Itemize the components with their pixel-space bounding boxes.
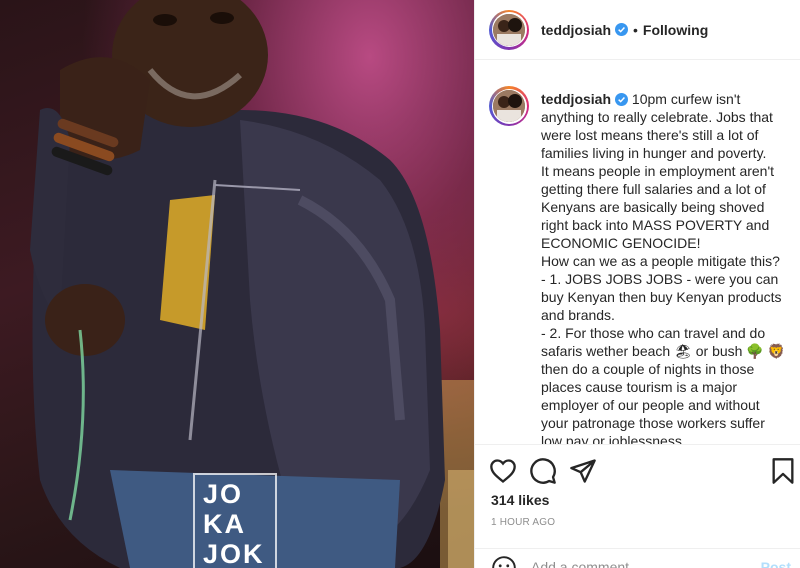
following-button[interactable]: Following [643,22,708,38]
caption-body: 10pm curfew isn't anything to really cel… [541,91,785,444]
avatar-border [491,88,527,124]
caption-line: ECONOMIC GENOCIDE! [541,235,701,251]
caption-line: safaris wether beach 🏖 or bush 🌳 🦁 [541,343,786,359]
avatar-image [493,13,525,46]
caption-text: teddjosiah 10pm curfew isn't anything to… [541,90,791,444]
comment-bar: Post [475,548,800,568]
emoji-icon[interactable] [491,555,517,568]
caption-line: buy Kenyan then buy Kenyan products [541,289,782,305]
bookmark-icon[interactable] [769,457,797,485]
caption-line: It means people in employment aren't [541,163,775,179]
post-photo[interactable]: JO KA JOK [0,0,474,568]
caption-line: 10pm curfew isn't [631,91,741,107]
avatar-picture [493,90,525,122]
comment-input[interactable] [531,559,731,568]
username-link[interactable]: teddjosiah [541,22,611,38]
separator-dot: • [633,21,638,38]
heart-icon[interactable] [489,457,517,485]
caption-avatar[interactable] [489,86,529,126]
post-comment-button[interactable]: Post [761,559,791,568]
caption-line: employer of our people and without [541,397,760,413]
caption-line: and brands. [541,307,615,323]
caption-username[interactable]: teddjosiah [541,91,611,107]
caption-line: families living in hunger and poverty. [541,145,767,161]
watermark-line: JO [203,479,244,509]
brand-watermark: JO KA JOK [193,473,277,568]
comment-icon[interactable] [529,457,557,485]
caption-line: Kenyans are basically being shoved [541,199,765,215]
caption-line: - 1. JOBS JOBS JOBS - were you can [541,271,779,287]
caption-line: - 2. For those who can travel and do [541,325,766,341]
post-details-panel: teddjosiah • Following teddjosiah 10pm c… [474,0,800,568]
avatar-picture [493,13,525,46]
verified-badge-icon [615,23,629,36]
share-icon[interactable] [569,457,597,485]
avatar-image [493,90,525,122]
avatar-border [491,12,527,47]
caption-section: teddjosiah 10pm curfew isn't anything to… [475,72,800,444]
caption-line: places cause tourism is a major [541,379,738,395]
likes-count[interactable]: 314 likes [491,492,549,508]
post-header: teddjosiah • Following [475,0,800,60]
caption-line: How can we as a people mitigate this? [541,253,780,269]
caption-line: getting there full salaries and a lot of [541,181,766,197]
caption-line: your patronage those workers suffer [541,415,765,431]
avatar[interactable] [489,9,529,50]
caption-line: then do a couple of nights in those [541,361,755,377]
caption-line: anything to really celebrate. Jobs that [541,109,773,125]
caption-line: right back into MASS POVERTY and [541,217,770,233]
verified-badge-icon [615,93,629,106]
watermark-line: KA [203,509,246,539]
watermark-line: JOK [203,539,265,568]
caption-line: low pay or joblessness. [541,433,686,444]
caption-line: were lost means there's still a lot of [541,127,759,143]
post-timestamp[interactable]: 1 HOUR AGO [491,517,555,528]
